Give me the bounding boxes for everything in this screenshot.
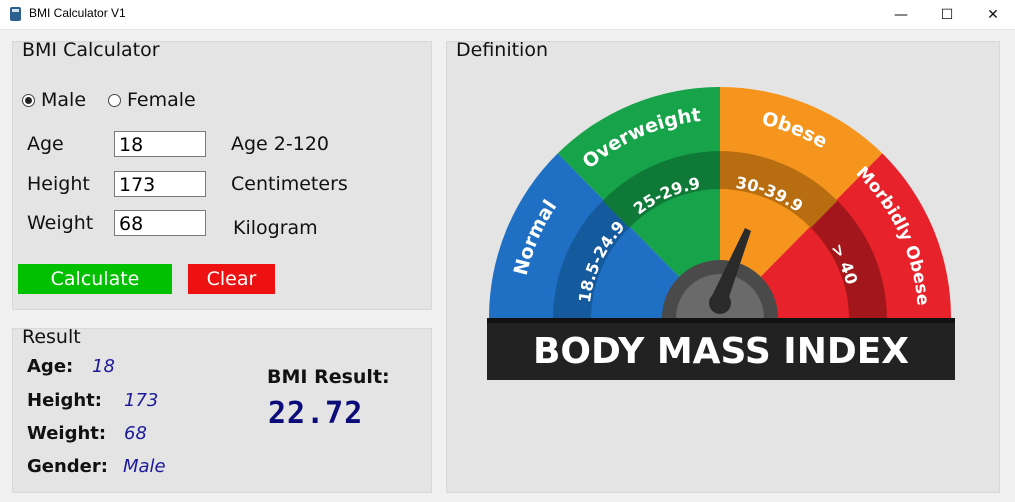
banner-top-edge [487,318,955,323]
bmi-gauge-image: Normal Overweight Obese Morbidly Obese 1… [487,86,955,380]
gauge-pivot [709,292,731,314]
bmi-banner-text: BODY MASS INDEX [533,331,909,372]
